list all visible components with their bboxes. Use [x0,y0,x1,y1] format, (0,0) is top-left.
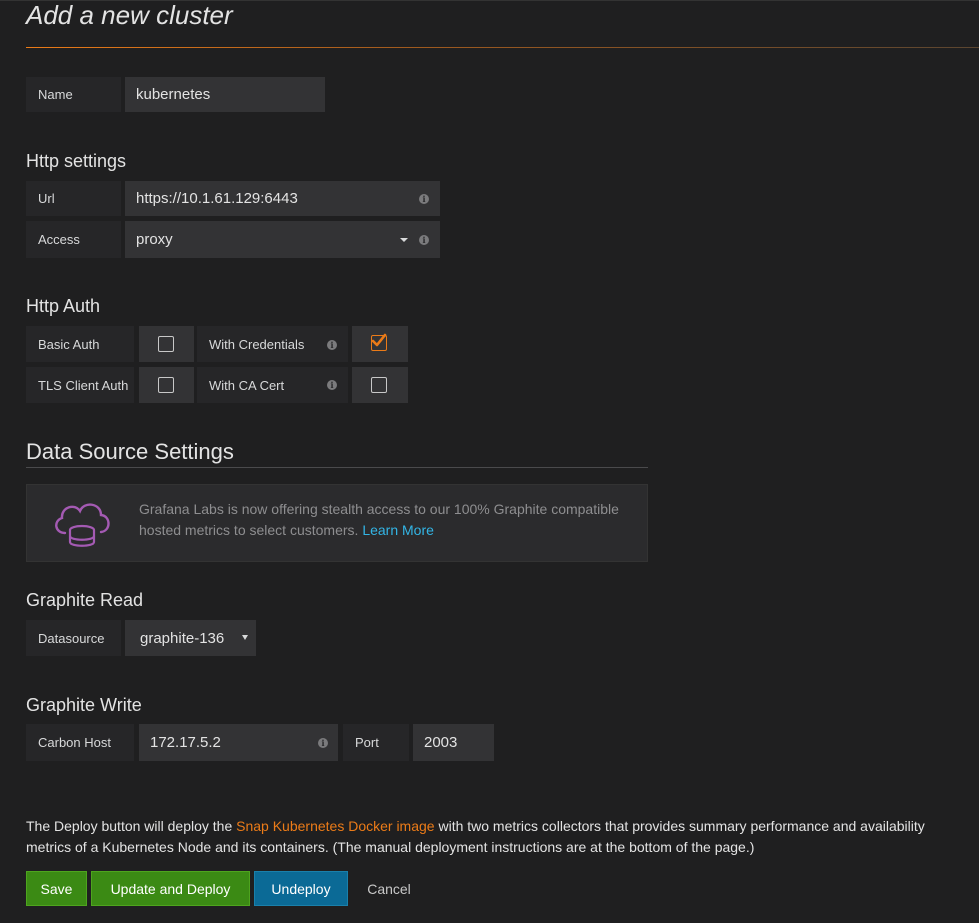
datasource-caret-down-icon [242,635,248,640]
cloud-database-icon [55,503,110,547]
with-ca-cert-checkbox[interactable] [371,377,387,393]
tls-client-auth-label: TLS Client Auth [26,367,134,403]
http-auth-heading: Http Auth [26,296,101,316]
port-value: 2003 [424,734,458,751]
with-credentials-label: With Credentials [197,326,348,362]
access-select[interactable]: proxy [125,221,440,258]
with-credentials-checkbox-cell [352,326,408,362]
tls-client-auth-checkbox-cell [139,367,194,403]
hosted-metrics-promo: Grafana Labs is now offering stealth acc… [26,484,648,562]
access-info-icon[interactable]: i [419,235,429,245]
access-caret-down-icon [400,238,408,242]
carbon-host-input[interactable]: 172.17.5.2 [139,724,338,761]
save-button[interactable]: Save [26,871,87,906]
data-source-settings-heading: Data Source Settings [26,439,234,464]
with-ca-cert-info-icon[interactable]: i [327,380,337,390]
checkmark-icon [371,333,387,347]
with-ca-cert-label: With CA Cert [197,367,348,403]
basic-auth-checkbox-cell [139,326,194,362]
datasource-label: Datasource [26,620,121,656]
datasource-select[interactable]: graphite-136 [125,620,256,656]
tls-client-auth-checkbox[interactable] [158,377,174,393]
deploy-description: The Deploy button will deploy the Snap K… [26,816,966,858]
page-title: Add a new cluster [26,0,233,30]
url-label: Url [26,181,121,216]
undeploy-button[interactable]: Undeploy [254,871,348,906]
with-credentials-info-icon[interactable]: i [327,340,337,350]
url-info-icon[interactable]: i [419,194,429,204]
url-value: https://10.1.61.129:6443 [136,190,298,207]
carbon-host-info-icon[interactable]: i [318,738,328,748]
basic-auth-label: Basic Auth [26,326,134,362]
data-source-settings-divider [26,467,648,468]
name-label: Name [26,77,121,112]
cancel-button[interactable]: Cancel [355,871,423,906]
learn-more-link[interactable]: Learn More [362,522,434,538]
access-value: proxy [136,231,173,248]
port-input[interactable]: 2003 [413,724,494,761]
title-divider [26,47,979,48]
graphite-read-heading: Graphite Read [26,590,144,610]
with-ca-cert-checkbox-cell [352,367,408,403]
url-input[interactable]: https://10.1.61.129:6443 [125,181,440,216]
carbon-host-value: 172.17.5.2 [150,734,221,751]
snap-docker-image-link[interactable]: Snap Kubernetes Docker image [236,818,434,834]
datasource-value: graphite-136 [140,629,225,647]
name-input[interactable]: kubernetes [125,77,325,112]
carbon-host-label: Carbon Host [26,724,134,761]
access-label: Access [26,221,121,258]
port-label: Port [343,724,409,761]
http-settings-heading: Http settings [26,151,127,171]
promo-message: Grafana Labs is now offering stealth acc… [139,499,619,541]
graphite-write-heading: Graphite Write [26,695,142,715]
deploy-description-start: The Deploy button will deploy the [26,818,233,834]
basic-auth-checkbox[interactable] [158,336,174,352]
update-and-deploy-button[interactable]: Update and Deploy [91,871,250,906]
with-credentials-checkbox[interactable] [371,333,387,351]
